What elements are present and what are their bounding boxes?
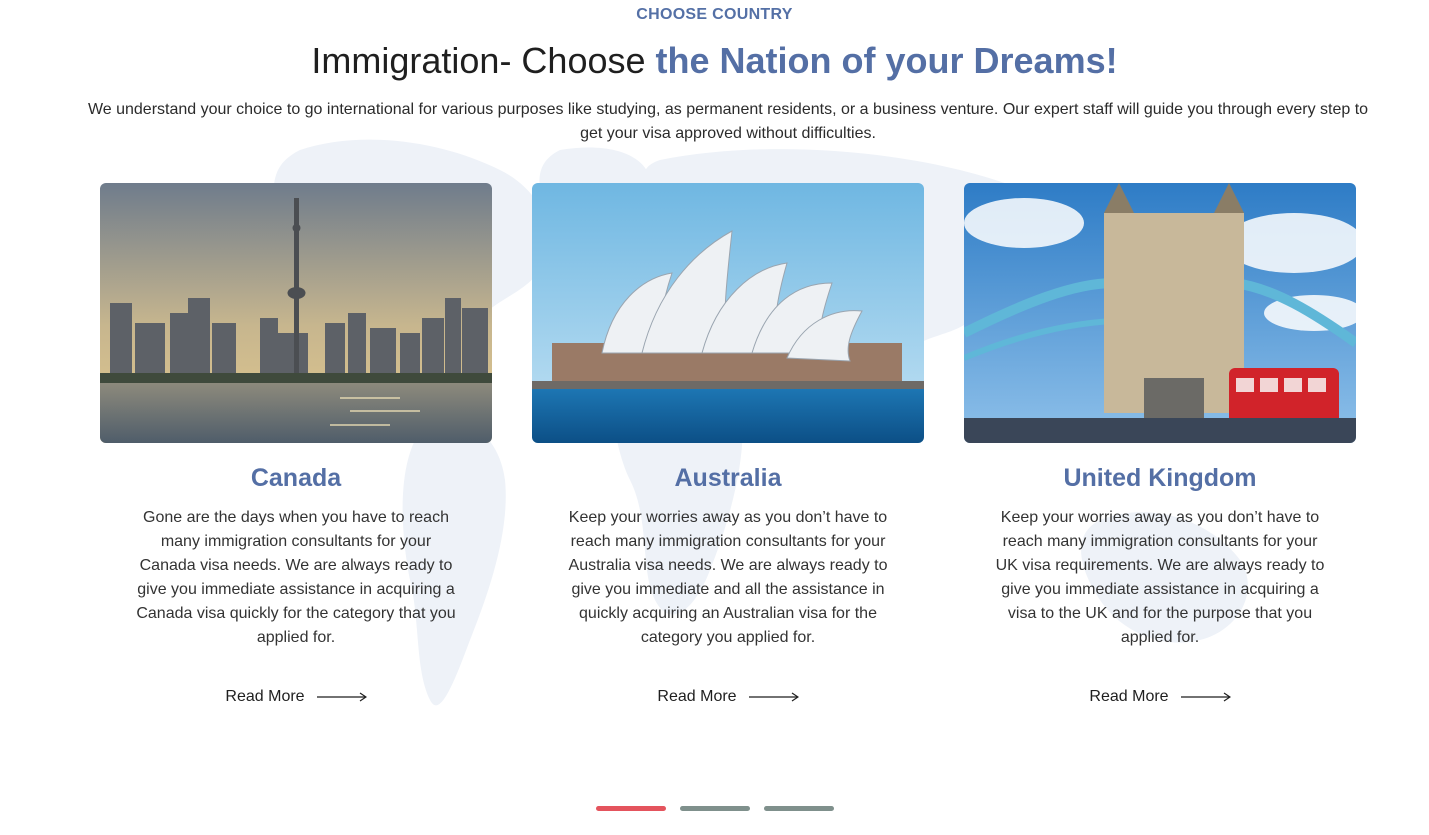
read-more-label: Read More — [225, 688, 305, 705]
pager-dot-3[interactable] — [763, 806, 834, 811]
sydney-opera-house-image[interactable] — [532, 183, 924, 443]
headline-accent: the Nation of your Dreams! — [655, 40, 1118, 81]
read-more-link-australia[interactable]: Read More — [532, 688, 924, 706]
read-more-link-united-kingdom[interactable]: Read More — [964, 688, 1356, 706]
card-title: Australia — [674, 464, 782, 492]
country-card-united-kingdom: United Kingdom Keep your worries away as… — [964, 183, 1356, 706]
card-description: Gone are the days when you have to reach… — [136, 509, 456, 646]
card-title: Canada — [250, 464, 342, 492]
country-card-canada: Canada Gone are the days when you have t… — [100, 183, 492, 706]
card-description: Keep your worries away as you don’t have… — [568, 509, 888, 646]
arrow-right-icon — [1180, 692, 1231, 702]
section-intro: We understand your choice to go internat… — [87, 101, 1369, 142]
tower-bridge-image[interactable] — [964, 183, 1356, 443]
arrow-right-icon — [316, 692, 367, 702]
headline-plain: Immigration- Choose — [311, 40, 656, 81]
arrow-right-icon — [748, 692, 799, 702]
card-description: Keep your worries away as you don’t have… — [995, 509, 1325, 646]
choose-country-section: CHOOSE COUNTRY Immigration- Choose the N… — [0, 0, 1429, 835]
section-headline: Immigration- Choose the Nation of your D… — [0, 40, 1429, 82]
canada-skyline-image[interactable] — [100, 183, 492, 443]
carousel-pager — [0, 806, 1429, 811]
pager-dot-2[interactable] — [679, 806, 750, 811]
country-card-australia: Australia Keep your worries away as you … — [532, 183, 924, 706]
section-eyebrow: CHOOSE COUNTRY — [636, 6, 793, 23]
read-more-label: Read More — [657, 688, 737, 705]
pager-dot-1[interactable] — [595, 806, 666, 811]
card-title: United Kingdom — [1063, 464, 1257, 492]
read-more-link-canada[interactable]: Read More — [100, 688, 492, 706]
read-more-label: Read More — [1089, 688, 1169, 705]
